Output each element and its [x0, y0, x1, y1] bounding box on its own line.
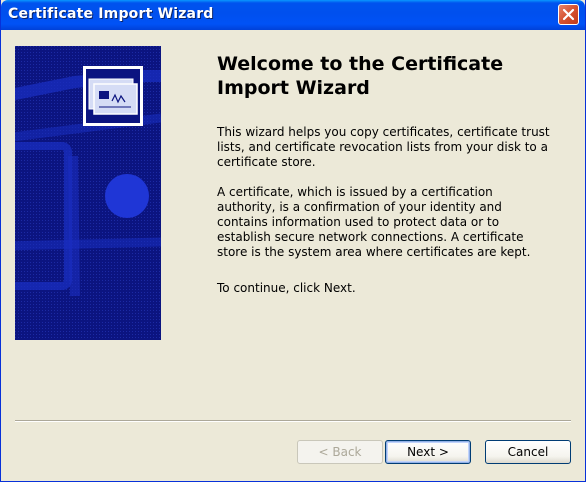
certificate-icon: [83, 66, 143, 126]
continue-instruction: To continue, click Next.: [217, 281, 356, 295]
window-title: Certificate Import Wizard: [8, 6, 214, 22]
close-icon: [562, 8, 575, 21]
certificate-description: A certificate, which is issued by a cert…: [217, 185, 531, 259]
wizard-heading: Welcome to the Certificate Import Wizard: [217, 53, 504, 99]
wizard-window: Certificate Import Wizard Welcome to the…: [0, 0, 586, 482]
title-bar[interactable]: Certificate Import Wizard: [1, 0, 585, 30]
intro-paragraph: This wizard helps you copy certificates,…: [217, 125, 550, 169]
wizard-side-graphic: [15, 46, 161, 340]
cancel-button[interactable]: Cancel: [485, 440, 571, 464]
next-button[interactable]: Next >: [385, 440, 471, 464]
wizard-side-panel: [15, 46, 161, 340]
button-separator-highlight: [15, 421, 571, 422]
close-button[interactable]: [558, 4, 579, 25]
back-button[interactable]: < Back: [297, 440, 383, 464]
